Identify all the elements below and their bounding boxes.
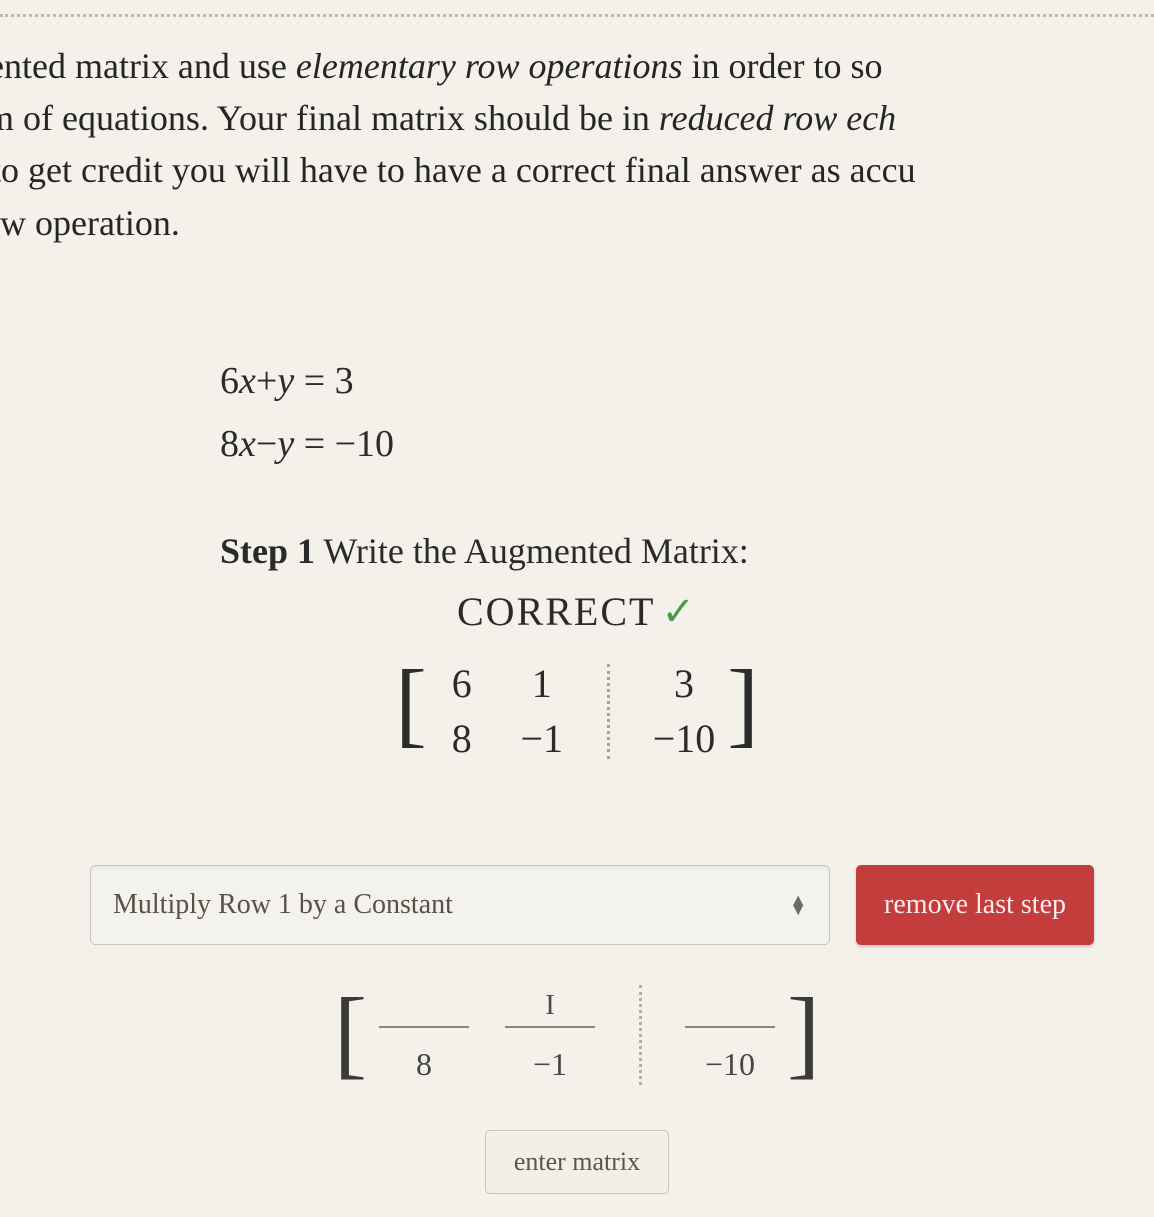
m2-r2c1: 8 — [379, 1044, 469, 1084]
eq1-rhs: = 3 — [294, 360, 353, 402]
eq2-var2: y — [277, 423, 294, 465]
row-operation-select-value: Multiply Row 1 by a Constant — [113, 889, 453, 921]
check-icon: ✓ — [661, 589, 697, 634]
eq1-op: + — [256, 360, 277, 402]
left-bracket-icon: [ — [395, 656, 427, 758]
eq2-rhs: = −10 — [294, 423, 394, 465]
feedback-correct: CORRECT✓ — [0, 588, 1154, 635]
left-bracket-icon: [ — [334, 983, 367, 1083]
equation-1: 6x+y = 3 — [220, 350, 394, 413]
feedback-text: CORRECT — [457, 589, 655, 634]
step-text: Write the Augmented Matrix: — [315, 531, 749, 571]
m2-r1c1-input[interactable] — [379, 986, 469, 1028]
divider-dotted — [0, 0, 1154, 17]
editable-matrix: [ I 8 −1 −10 ] — [0, 985, 1154, 1085]
augmented-matrix-step1: [ 6 1 3 8 −1 −10 ] — [0, 660, 1154, 762]
problem-prompt: nented matrix and use elementary row ope… — [0, 40, 1154, 249]
eq2-var1: x — [239, 423, 256, 465]
prompt-line1-c: in order to so — [683, 46, 883, 86]
m1-r1c2: 1 — [519, 660, 565, 707]
step-number: Step 1 — [220, 531, 315, 571]
select-stepper-icon: ▲▼ — [789, 896, 807, 914]
remove-last-step-button[interactable]: remove last step — [856, 865, 1094, 945]
eq1-var2: y — [277, 360, 294, 402]
controls-row: Multiply Row 1 by a Constant ▲▼ remove l… — [90, 865, 1094, 945]
m1-r1c1: 6 — [439, 660, 485, 707]
eq2-op: − — [256, 423, 277, 465]
prompt-line2-b: reduced row ech — [659, 98, 896, 138]
m2-r1c3-input[interactable] — [685, 986, 775, 1028]
augment-separator-icon — [639, 985, 642, 1085]
eq1-var1: x — [239, 360, 256, 402]
m1-r2c1: 8 — [439, 715, 485, 762]
prompt-line4: row operation. — [0, 203, 180, 243]
m1-r1c3: 3 — [653, 660, 716, 707]
system-of-equations: 6x+y = 3 8x−y = −10 — [220, 350, 394, 475]
eq2-coef1: 8 — [220, 423, 239, 465]
m2-r2c3: −10 — [685, 1044, 775, 1084]
m2-r2c2: −1 — [505, 1044, 595, 1084]
m1-r2c2: −1 — [519, 715, 565, 762]
text-cursor-icon: I — [545, 990, 554, 1022]
enter-matrix-button[interactable]: enter matrix — [485, 1130, 669, 1194]
prompt-line1-b: elementary row operations — [296, 46, 683, 86]
step-heading: Step 1 Write the Augmented Matrix: — [220, 530, 749, 572]
equation-2: 8x−y = −10 — [220, 413, 394, 476]
right-bracket-icon: ] — [787, 983, 820, 1083]
m2-r1c2-input[interactable]: I — [505, 986, 595, 1028]
prompt-line2-a: em of equations. Your final matrix shoul… — [0, 98, 659, 138]
m1-r2c3: −10 — [653, 715, 716, 762]
row-operation-select[interactable]: Multiply Row 1 by a Constant ▲▼ — [90, 865, 830, 945]
right-bracket-icon: ] — [727, 656, 759, 758]
augment-separator-icon — [607, 664, 610, 759]
prompt-line1-a: nented matrix and use — [0, 46, 296, 86]
prompt-line3: r to get credit you will have to have a … — [0, 150, 916, 190]
eq1-coef1: 6 — [220, 360, 239, 402]
